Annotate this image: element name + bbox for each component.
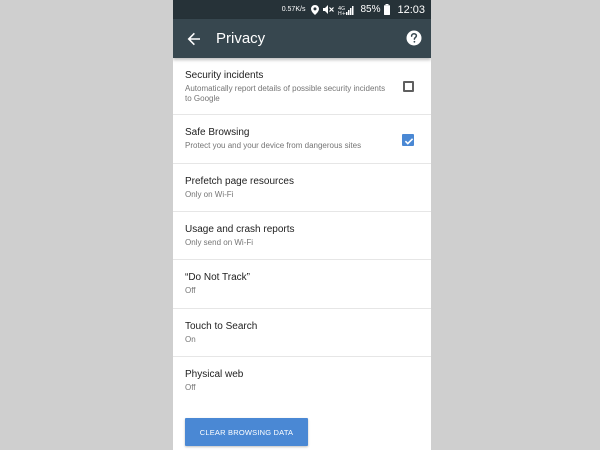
setting-subtitle: Off	[185, 383, 196, 392]
setting-security-incidents[interactable]: Security incidents Automatically report …	[173, 58, 431, 115]
setting-title: Usage and crash reports	[185, 224, 295, 235]
setting-touch-to-search[interactable]: Touch to Search On	[173, 309, 431, 357]
setting-physical-web[interactable]: Physical web Off	[173, 357, 431, 407]
setting-title: Physical web	[185, 369, 244, 380]
arrow-left-icon	[187, 32, 200, 45]
security-incidents-checkbox[interactable]	[403, 81, 414, 92]
app-toolbar: Privacy	[173, 19, 431, 58]
setting-subtitle: Only send on Wi-Fi	[185, 238, 254, 247]
safe-browsing-checkbox[interactable]	[402, 134, 414, 146]
clock: 12:03	[397, 3, 425, 16]
setting-title: Prefetch page resources	[185, 176, 294, 187]
setting-prefetch-page-resources[interactable]: Prefetch page resources Only on Wi-Fi	[173, 164, 431, 212]
setting-title: Security incidents	[185, 70, 264, 81]
setting-subtitle: Off	[185, 286, 196, 295]
setting-title: Touch to Search	[185, 321, 258, 332]
setting-title: Safe Browsing	[185, 127, 250, 138]
setting-do-not-track[interactable]: “Do Not Track” Off	[173, 260, 431, 309]
svg-text:H+: H+	[338, 11, 346, 15]
setting-safe-browsing[interactable]: Safe Browsing Protect you and your devic…	[173, 115, 431, 164]
signal-icon: 4G H+	[338, 5, 354, 15]
setting-subtitle: On	[185, 335, 196, 344]
settings-list: Security incidents Automatically report …	[173, 58, 431, 407]
clear-browsing-data-button[interactable]: CLEAR BROWSING DATA	[185, 418, 308, 446]
setting-subtitle: Automatically report details of possible…	[185, 84, 386, 103]
setting-title: “Do Not Track”	[185, 272, 251, 283]
network-speed: 0.57K/s	[281, 6, 306, 13]
location-icon	[311, 4, 320, 15]
phone-screen: 0.57K/s 4G H+ 85% 12:03 Privacy Security…	[173, 0, 431, 450]
setting-subtitle: Protect you and your device from dangero…	[185, 141, 362, 150]
battery-percent: 85%	[360, 4, 381, 15]
back-button[interactable]	[183, 28, 205, 50]
setting-subtitle: Only on Wi-Fi	[185, 190, 234, 199]
checkmark-icon	[404, 138, 414, 145]
help-circle-icon	[406, 30, 422, 46]
mute-icon	[323, 5, 335, 14]
status-bar: 0.57K/s 4G H+ 85% 12:03	[173, 0, 431, 19]
page-title: Privacy	[216, 30, 266, 47]
battery-icon	[384, 4, 391, 15]
help-button[interactable]	[405, 29, 423, 47]
setting-usage-crash-reports[interactable]: Usage and crash reports Only send on Wi-…	[173, 212, 431, 260]
